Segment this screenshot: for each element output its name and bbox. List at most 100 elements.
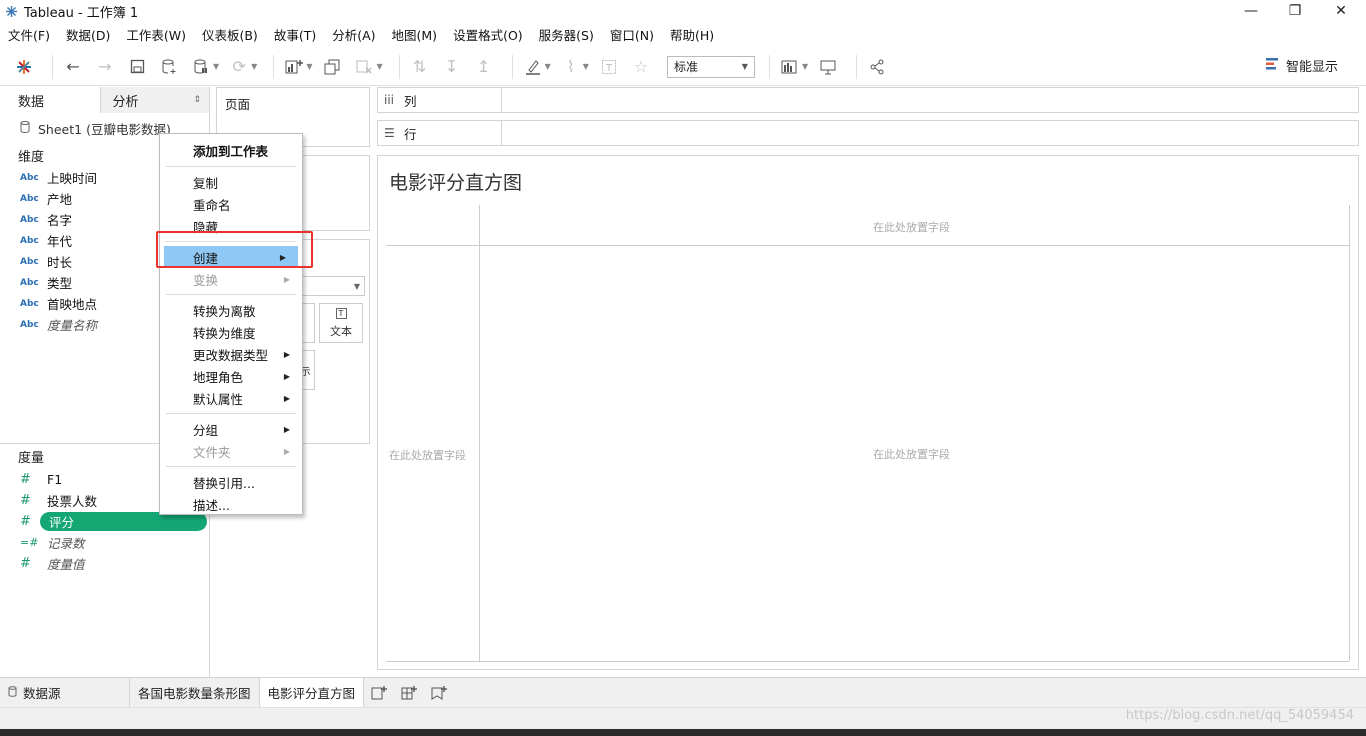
database-icon — [8, 685, 17, 700]
refresh-icon[interactable]: ⟳ — [227, 55, 251, 79]
rows-drop-hint[interactable]: 在此处放置字段 — [389, 447, 466, 463]
menu-transform: 变换 ▶ — [160, 268, 302, 290]
rows-shelf[interactable]: ☰ 行 — [377, 120, 1359, 146]
field-measure-values[interactable]: # 度量值 — [0, 553, 209, 574]
tab-datasource-label: 数据源 — [23, 686, 61, 701]
presentation-mode-icon[interactable] — [816, 55, 840, 79]
menu-worksheet[interactable]: 工作表(W) — [126, 25, 186, 44]
tab-analysis[interactable]: 分析 ⇕ — [99, 87, 209, 113]
mark-text-button[interactable]: T 文本 — [319, 303, 363, 343]
columns-label: 列 — [404, 93, 417, 109]
sort-ascending-icon[interactable]: ↧ — [440, 55, 464, 79]
show-mark-labels-icon[interactable]: T — [597, 55, 621, 79]
redo-icon[interactable]: → — [93, 55, 117, 79]
menu-file[interactable]: 文件(F) — [8, 25, 50, 44]
swap-rows-columns-icon[interactable]: ⇅ — [408, 55, 432, 79]
chevron-down-icon[interactable]: ▼ — [251, 62, 257, 71]
minimize-button[interactable]: — — [1228, 0, 1274, 22]
datasource-name: Sheet1 (豆瓣电影数据) — [38, 121, 171, 137]
menu-window[interactable]: 窗口(N) — [610, 25, 654, 44]
columns-shelf-label: iii 列 — [378, 88, 502, 112]
new-worksheet-icon[interactable] — [282, 55, 306, 79]
chevron-down-icon[interactable]: ▼ — [306, 62, 312, 71]
close-button[interactable]: ✕ — [1318, 0, 1364, 22]
chevron-down-icon[interactable]: ▼ — [802, 62, 808, 71]
title-bar: Tableau - 工作簿 1 — [0, 0, 1366, 22]
menu-map[interactable]: 地图(M) — [392, 25, 438, 44]
svg-text:T: T — [605, 63, 613, 74]
clear-sheet-icon[interactable] — [352, 55, 376, 79]
tab-sheet-rating-histogram[interactable]: 电影评分直方图 — [259, 678, 365, 707]
view-drop-hint[interactable]: 在此处放置字段 — [873, 446, 950, 462]
mark-type-select[interactable]: ▼ — [297, 276, 365, 296]
duplicate-sheet-icon[interactable] — [320, 55, 344, 79]
columns-shelf[interactable]: iii 列 — [377, 87, 1359, 113]
menu-help[interactable]: 帮助(H) — [670, 25, 714, 44]
menu-replace-ref[interactable]: 替换引用... — [160, 471, 302, 493]
menu-format[interactable]: 设置格式(O) — [453, 25, 523, 44]
menu-analysis[interactable]: 分析(A) — [332, 25, 375, 44]
menu-group[interactable]: 分组 ▶ — [160, 418, 302, 440]
menu-dashboard[interactable]: 仪表板(B) — [202, 25, 258, 44]
submenu-arrow-icon: ▶ — [283, 446, 290, 456]
tableau-start-icon[interactable] — [12, 55, 36, 79]
field-name: 评分 — [49, 515, 75, 530]
highlight-annotation-box — [156, 231, 313, 268]
new-worksheet-icon[interactable] — [364, 678, 394, 707]
group-members-icon[interactable]: ⌇ — [559, 55, 583, 79]
menu-add-to-sheet[interactable]: 添加到工作表 — [160, 138, 302, 162]
chevron-down-icon[interactable]: ▼ — [583, 62, 589, 71]
pause-updates-icon[interactable] — [189, 55, 213, 79]
new-datasource-icon[interactable] — [157, 55, 181, 79]
string-type-icon: Abc — [20, 256, 39, 267]
field-name: 记录数 — [47, 536, 85, 551]
viz-area[interactable]: 电影评分直方图 在此处放置字段 在此处放置字段 在此处放置字段 — [377, 155, 1359, 670]
save-icon[interactable] — [125, 55, 149, 79]
toolbar-separator — [273, 54, 275, 79]
menu-rename[interactable]: 重命名 — [160, 193, 302, 215]
viz-title[interactable]: 电影评分直方图 — [389, 168, 522, 195]
text-mark-icon: T — [335, 307, 347, 319]
tab-data[interactable]: 数据 — [0, 87, 100, 113]
field-record-count[interactable]: =# 记录数 — [0, 532, 209, 553]
menu-geo-role-label: 地理角色 — [193, 369, 244, 385]
highlight-icon[interactable] — [521, 55, 545, 79]
field-name: 度量名称 — [47, 318, 98, 333]
menu-server[interactable]: 服务器(S) — [539, 25, 594, 44]
new-dashboard-icon[interactable] — [394, 678, 424, 707]
number-type-icon: # — [20, 556, 31, 571]
sort-descending-icon[interactable]: ↥ — [472, 55, 496, 79]
fit-select[interactable]: 标准 ▼ — [666, 55, 755, 78]
chevron-down-icon[interactable]: ▼ — [213, 62, 219, 71]
menu-story[interactable]: 故事(T) — [274, 25, 316, 44]
menu-convert-discrete[interactable]: 转换为离散 — [160, 299, 302, 321]
chevron-down-icon[interactable]: ▼ — [545, 62, 551, 71]
menu-data[interactable]: 数据(D) — [66, 25, 110, 44]
toolbar-separator — [398, 54, 400, 79]
menu-change-type[interactable]: 更改数据类型 ▶ — [160, 343, 302, 365]
menu-change-type-label: 更改数据类型 — [193, 347, 269, 363]
chevron-down-icon[interactable]: ▼ — [376, 62, 382, 71]
context-menu: 添加到工作表 复制 重命名 隐藏 创建 ▶ 变换 ▶ 转换为离散 转换为维度 更改数… — [159, 133, 303, 515]
restore-button[interactable]: ❐ — [1272, 0, 1318, 22]
columns-drop-hint[interactable]: 在此处放置字段 — [873, 219, 950, 235]
tab-sheet-country-bar[interactable]: 各国电影数量条形图 — [130, 678, 260, 707]
field-name: 产地 — [47, 192, 73, 207]
menu-default-props[interactable]: 默认属性 ▶ — [160, 387, 302, 409]
undo-icon[interactable]: ← — [61, 55, 85, 79]
field-name: 时长 — [47, 255, 73, 270]
tab-datasource[interactable]: 数据源 — [0, 678, 130, 707]
fix-axes-icon[interactable]: ☆ — [629, 55, 653, 79]
viz-horizontal-divider — [386, 245, 1349, 246]
share-icon[interactable] — [865, 55, 889, 79]
menu-describe[interactable]: 描述... — [160, 493, 302, 515]
show-cards-icon[interactable] — [778, 55, 802, 79]
viz-bottom-divider — [386, 661, 1349, 662]
smart-show-button[interactable]: 智能显示 — [1265, 56, 1338, 75]
menu-geo-role[interactable]: 地理角色 ▶ — [160, 365, 302, 387]
new-story-icon[interactable] — [424, 678, 454, 707]
field-name: 首映地点 — [47, 297, 98, 312]
menu-copy[interactable]: 复制 — [160, 171, 302, 193]
menu-convert-dimension[interactable]: 转换为维度 — [160, 321, 302, 343]
menu-bar: 文件(F) 数据(D) 工作表(W) 仪表板(B) 故事(T) 分析(A) 地图… — [0, 24, 1366, 44]
